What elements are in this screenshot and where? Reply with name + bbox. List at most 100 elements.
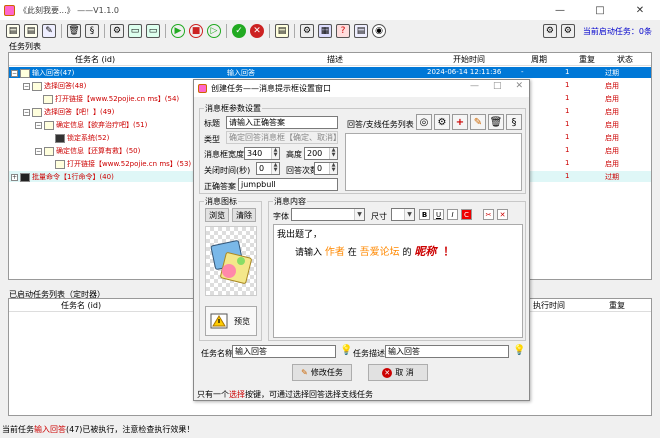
delete-icon[interactable]: 🗑 [488, 114, 504, 130]
modify-task-button[interactable]: ✎ 修改任务 [292, 364, 352, 381]
dialog-maximize-icon[interactable]: □ [493, 81, 502, 91]
col-exec-time[interactable]: 执行时间 [533, 300, 565, 311]
browse-button[interactable]: 浏览 [205, 208, 229, 222]
cancel-button[interactable]: ✕ 取 消 [368, 364, 428, 381]
expand-icon[interactable]: + [11, 173, 18, 181]
content-group: 消息内容 字体 ▼ 尺寸 ▼ B U I C ✂ ✕ 我出题了， 请输入 作者 … [268, 196, 526, 341]
col-name[interactable]: 任务名 (id) [61, 300, 101, 311]
message-dialog: 创建任务——消息提示框设置窗口 — □ ✕ 消息框参数设置 标题 请输入正确答案… [193, 79, 530, 401]
task-icon [32, 81, 42, 91]
refresh-icon[interactable]: ⚙ [560, 24, 575, 38]
font-select[interactable]: ▼ [291, 208, 365, 221]
collapse-icon[interactable]: − [23, 82, 30, 90]
italic-button[interactable]: I [447, 209, 458, 220]
task-list-label: 任务列表 [9, 42, 41, 51]
play-icon[interactable]: ▶ [171, 24, 185, 38]
task-name-input[interactable]: 输入回答 [232, 345, 336, 358]
running-count: 当前启动任务：0条 [582, 26, 652, 36]
link-icon [43, 94, 53, 104]
collapse-icon[interactable]: − [11, 69, 18, 77]
branch-list[interactable] [345, 133, 522, 191]
settings-icon[interactable]: § [85, 24, 99, 38]
new-subtask-icon[interactable]: ▤ [24, 24, 38, 38]
type-select[interactable]: 确定回答消息框【确定、取消】 [226, 131, 338, 144]
help-icon[interactable]: ? [336, 24, 350, 38]
bold-button[interactable]: B [419, 209, 430, 220]
collapse-icon[interactable]: − [23, 108, 30, 116]
status-prefix: 当前任务 [2, 424, 34, 434]
document-icon[interactable]: ▤ [275, 24, 289, 38]
message-line-2: 请输入 作者 在 吾爱论坛 的 昵称 ！ [295, 245, 455, 258]
height-input[interactable]: 200 ▲ ▼ [304, 147, 338, 160]
eye-icon[interactable]: ◉ [372, 24, 386, 38]
icon-group: 消息图标 浏览 清除 预览 [199, 196, 262, 341]
warning-icon [210, 313, 228, 329]
new-task-icon[interactable]: ▤ [6, 24, 20, 38]
dialog-close-icon[interactable]: ✕ [515, 81, 523, 91]
size-select[interactable]: ▼ [391, 208, 415, 221]
dialog-minimize-icon[interactable]: — [470, 81, 479, 91]
edit-task-icon[interactable]: ✎ [42, 24, 56, 38]
maximize-button[interactable]: □ [580, 0, 620, 20]
answer-count-input[interactable]: 0 ▲ ▼ [314, 162, 338, 175]
bulb-icon[interactable]: 💡 [340, 345, 352, 356]
table-row[interactable]: − 输入回答(47) 输入回答 2024-06-14 12:11:36 - 1 过… [9, 67, 651, 78]
window-icon[interactable]: ▭ [128, 24, 142, 38]
close-button[interactable]: ✕ [620, 0, 660, 20]
copy-icon[interactable]: ▤ [354, 24, 368, 38]
app-icon [4, 4, 15, 16]
message-icon-preview [205, 226, 257, 296]
type-label: 类型 [204, 135, 220, 144]
run-icon[interactable]: ▷ [207, 24, 221, 38]
col-repeat[interactable]: 重复 [579, 54, 595, 65]
bulb-icon[interactable]: 💡 [513, 345, 525, 356]
preview-button[interactable]: 预览 [205, 306, 257, 336]
font-label: 字体 [273, 212, 289, 221]
col-repeat[interactable]: 重复 [609, 300, 625, 311]
task-icon [20, 68, 30, 78]
modify-icon: ✎ [301, 368, 308, 377]
target-icon[interactable]: ◎ [416, 114, 432, 130]
col-status[interactable]: 状态 [617, 54, 633, 65]
width-input[interactable]: 340 ▲ ▼ [244, 147, 280, 160]
col-period[interactable]: 周期 [531, 54, 547, 65]
underline-button[interactable]: U [433, 209, 444, 220]
gear-icon[interactable]: ⚙ [110, 24, 124, 38]
stop-icon[interactable]: ■ [189, 24, 203, 38]
color-button[interactable]: C [461, 209, 472, 220]
task-icon [44, 120, 54, 130]
collapse-icon[interactable]: − [35, 147, 42, 155]
title-input[interactable]: 请输入正确答案 [226, 116, 338, 129]
col-desc[interactable]: 描述 [327, 54, 343, 65]
cancel-icon[interactable]: ✕ [250, 24, 264, 38]
col-start[interactable]: 开始时间 [453, 54, 485, 65]
task-desc-input[interactable]: 输入回答 [385, 345, 509, 358]
message-editor[interactable]: 我出题了， 请输入 作者 在 吾爱论坛 的 昵称 ！ [273, 224, 523, 338]
edit-icon[interactable]: ✎ [470, 114, 486, 130]
collapse-icon[interactable]: − [35, 121, 42, 129]
picture-icon [210, 240, 252, 284]
title-bar: 《此刻我要...》 ——V1.1.0 — □ ✕ [0, 0, 660, 20]
gear-icon[interactable]: ⚙ [434, 114, 450, 130]
minimize-button[interactable]: — [540, 0, 580, 20]
task-name-label: 任务名称 [201, 349, 233, 358]
window-alt-icon[interactable]: ▭ [146, 24, 160, 38]
check-icon[interactable]: ✓ [232, 24, 246, 38]
options-icon[interactable]: ⚙ [300, 24, 314, 38]
col-name[interactable]: 任务名 (id) [75, 54, 115, 65]
image-icon[interactable]: ▦ [318, 24, 332, 38]
clear-button[interactable]: 清除 [232, 208, 256, 222]
correct-answer-input[interactable]: jumpbull [238, 178, 338, 191]
message-line-1: 我出题了， [277, 230, 323, 240]
delete-icon[interactable]: 🗑 [67, 24, 81, 38]
lock-icon[interactable]: ⚙ [542, 24, 557, 38]
add-icon[interactable]: + [452, 114, 468, 130]
branch-list-label: 回答/支线任务列表 [347, 120, 414, 129]
cut-icon[interactable]: ✂ [483, 209, 494, 220]
status-task: 输入回答 [34, 424, 66, 434]
settings-icon[interactable]: § [506, 114, 522, 130]
content-group-label: 消息内容 [273, 196, 307, 207]
close-time-input[interactable]: 0 ▲ ▼ [256, 162, 280, 175]
monitor-icon [55, 133, 65, 143]
delete-format-icon[interactable]: ✕ [497, 209, 508, 220]
